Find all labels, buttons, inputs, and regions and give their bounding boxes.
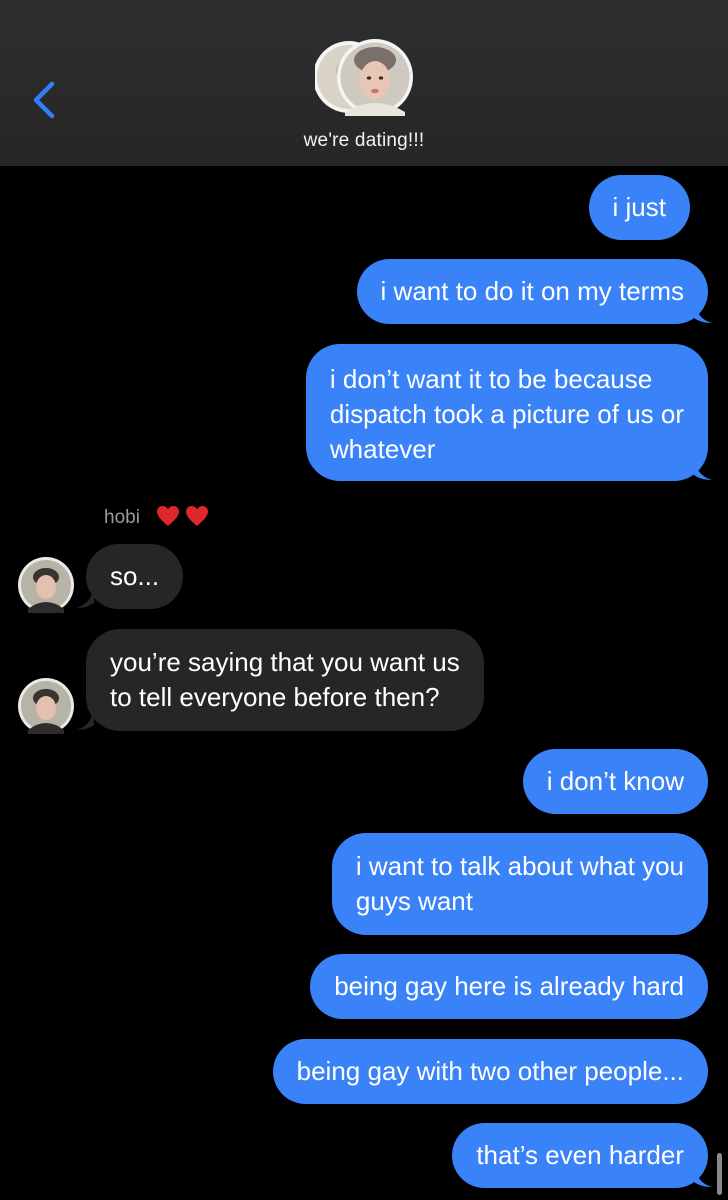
message-bubble-outgoing[interactable]: being gay with two other people...	[272, 1039, 708, 1104]
message-bubble-incoming[interactable]: so...	[86, 544, 184, 609]
back-button[interactable]	[26, 76, 66, 124]
message-text: to tell everyone before then?	[110, 682, 440, 712]
heart-icon	[157, 506, 179, 526]
message-bubble-incoming[interactable]: you’re saying that you want us to tell e…	[86, 629, 484, 731]
message-text: you’re saying that you want us	[110, 647, 460, 677]
message-text: i don’t know	[546, 766, 684, 796]
chevron-left-icon	[33, 81, 55, 119]
message-text: dispatch took a picture of us or	[329, 399, 684, 429]
bubble-tail	[694, 300, 712, 323]
group-name[interactable]: we're dating!!!	[0, 130, 728, 152]
sender-name: hobi	[104, 507, 140, 528]
message-bubble-outgoing[interactable]: i want to do it on my terms	[356, 259, 708, 324]
message-text: i just	[612, 192, 666, 222]
bubble-tail	[76, 585, 94, 608]
message-bubble-outgoing[interactable]: i don’t know	[522, 749, 708, 814]
conversation-header: we're dating!!!	[0, 0, 728, 166]
bubble-tail	[694, 457, 712, 480]
message-bubble-outgoing[interactable]: i just	[588, 175, 690, 240]
message-text: i want to do it on my terms	[380, 276, 684, 306]
message-bubble-outgoing[interactable]: being gay here is already hard	[310, 954, 708, 1019]
sender-avatar[interactable]	[18, 678, 74, 734]
message-text: guys want	[355, 886, 473, 916]
message-bubble-outgoing[interactable]: that’s even harder	[452, 1123, 708, 1188]
message-bubble-outgoing[interactable]: i want to talk about what you guys want	[331, 833, 708, 935]
message-text: so...	[110, 561, 160, 591]
heart-icon	[186, 506, 208, 526]
message-text: i want to talk about what you	[355, 851, 684, 881]
message-bubble-outgoing[interactable]: i don’t want it to be because dispatch t…	[305, 344, 708, 481]
bubble-tail	[694, 1164, 712, 1187]
message-text: i don’t want it to be because	[329, 364, 653, 394]
group-avatar[interactable]	[313, 38, 413, 116]
message-text: whatever	[329, 434, 436, 464]
bubble-tail	[76, 707, 94, 730]
message-text: being gay here is already hard	[334, 971, 684, 1001]
scrollbar[interactable]	[717, 1153, 722, 1195]
message-text: that’s even harder	[476, 1140, 684, 1170]
sender-avatar[interactable]	[18, 557, 74, 613]
message-text: being gay with two other people...	[296, 1056, 684, 1086]
